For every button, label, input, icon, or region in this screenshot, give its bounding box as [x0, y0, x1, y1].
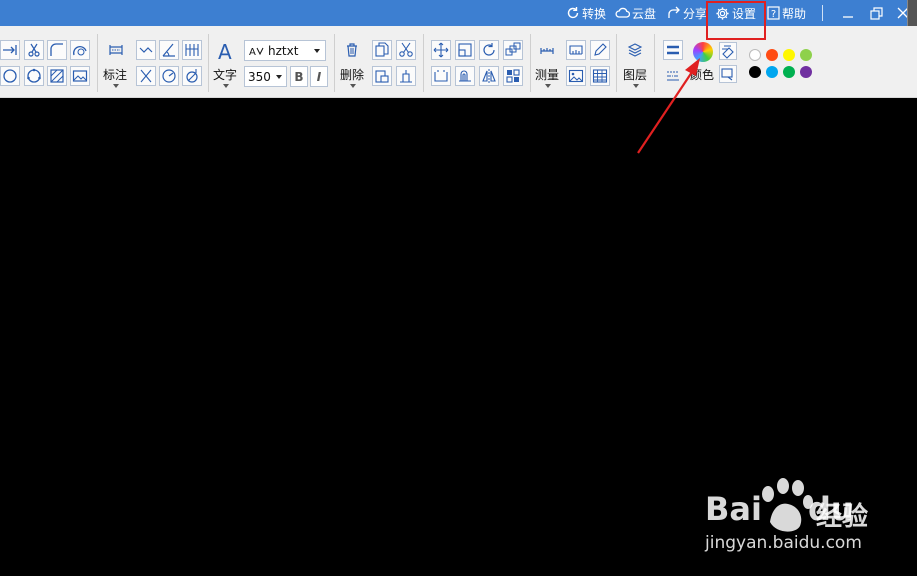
- watermark-brand-text: Bai: [705, 490, 762, 528]
- watermark-url: jingyan.baidu.com: [705, 533, 862, 553]
- watermark-jingyan: 经验: [816, 502, 869, 532]
